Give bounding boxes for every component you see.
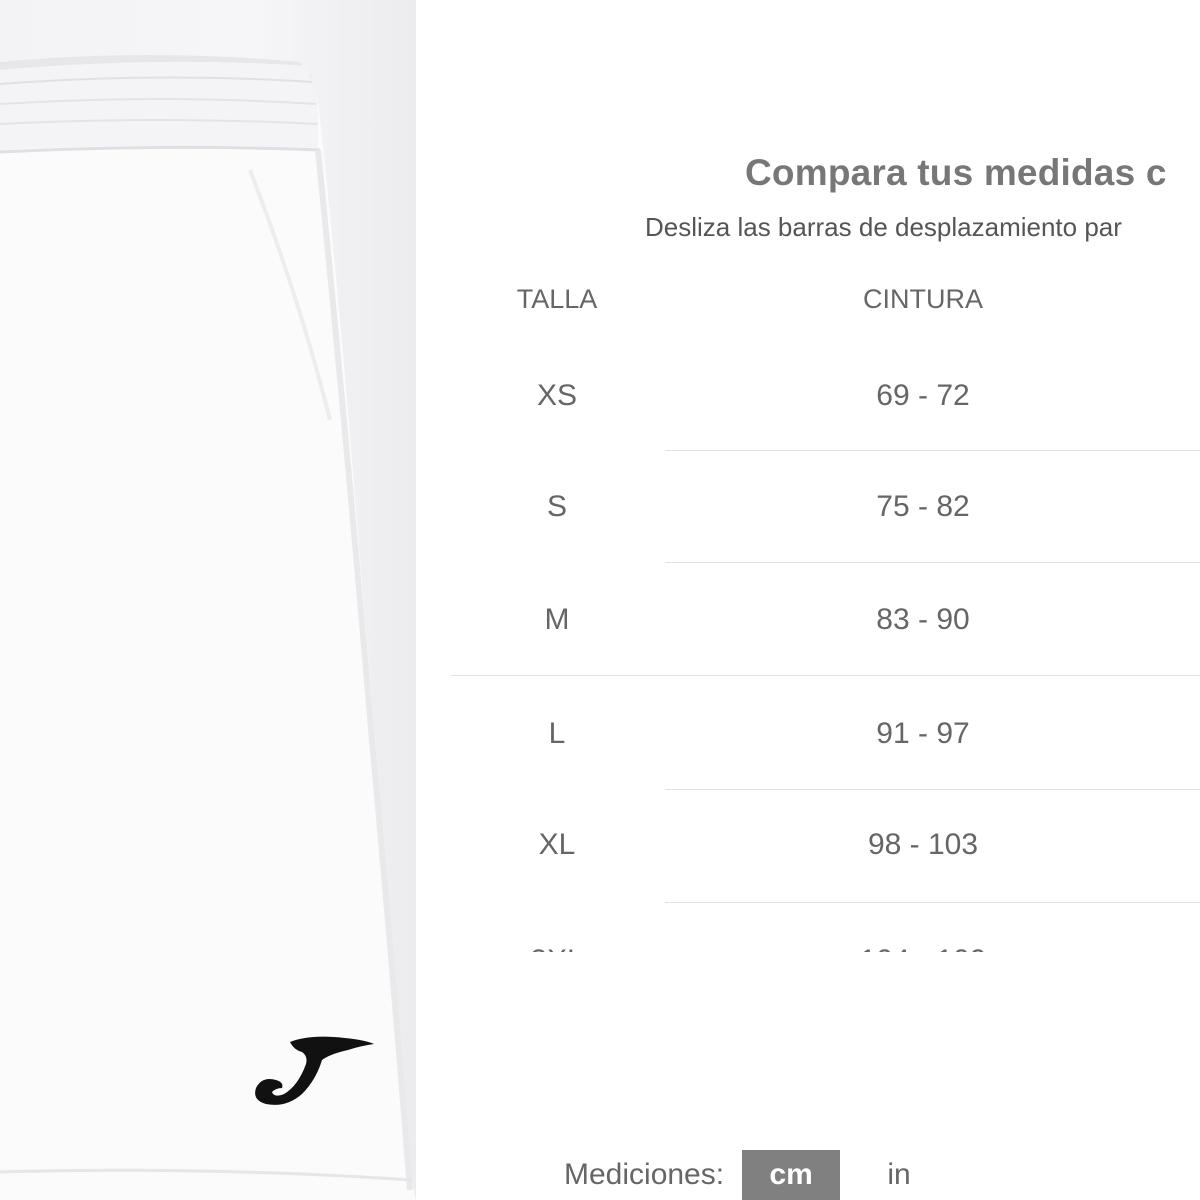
row-divider <box>451 675 1200 676</box>
row-divider <box>665 562 1200 563</box>
size-cell: XS <box>536 379 578 412</box>
unit-cm-button[interactable]: cm <box>742 1150 841 1200</box>
unit-in-button[interactable]: in <box>840 1150 958 1200</box>
waist-cell: 69 - 72 <box>876 379 970 412</box>
product-image <box>0 0 416 1200</box>
measurement-unit-selector: Mediciones: cm in <box>564 1150 958 1200</box>
size-guide-panel: Compara tus medidas c Desliza las barras… <box>416 0 1200 1200</box>
waist-cell: 75 - 82 <box>876 490 970 523</box>
table-row: XL 98 - 103 <box>416 789 1200 901</box>
size-table[interactable]: XS 69 - 72 S 75 - 82 M 83 - 90 L 91 - 97… <box>416 340 1200 952</box>
waist-cell: 91 - 97 <box>876 717 970 750</box>
shorts-illustration <box>0 55 416 1200</box>
table-row: S 75 - 82 <box>416 451 1200 563</box>
column-header-size: TALLA <box>516 284 598 314</box>
size-cell: L <box>548 717 566 750</box>
row-divider <box>665 902 1200 903</box>
size-cell: 2XL <box>530 944 583 952</box>
size-guide-title: Compara tus medidas c <box>745 152 1167 193</box>
table-row: L 91 - 97 <box>416 678 1200 790</box>
waist-cell: 104 - 109 <box>860 944 987 952</box>
table-row: XS 69 - 72 <box>416 340 1200 452</box>
waist-cell: 98 - 103 <box>867 828 979 861</box>
waist-cell: 83 - 90 <box>876 603 970 636</box>
size-cell: S <box>546 490 568 523</box>
size-cell: M <box>544 603 570 636</box>
joma-logo-icon <box>255 1036 374 1105</box>
size-guide-subtitle: Desliza las barras de desplazamiento par <box>645 212 1122 242</box>
table-row: 2XL 104 - 109 <box>416 905 1200 952</box>
measurement-label: Mediciones: <box>564 1158 725 1191</box>
column-header-waist: CINTURA <box>863 284 983 314</box>
size-cell: XL <box>538 828 576 861</box>
table-row: M 83 - 90 <box>416 564 1200 676</box>
